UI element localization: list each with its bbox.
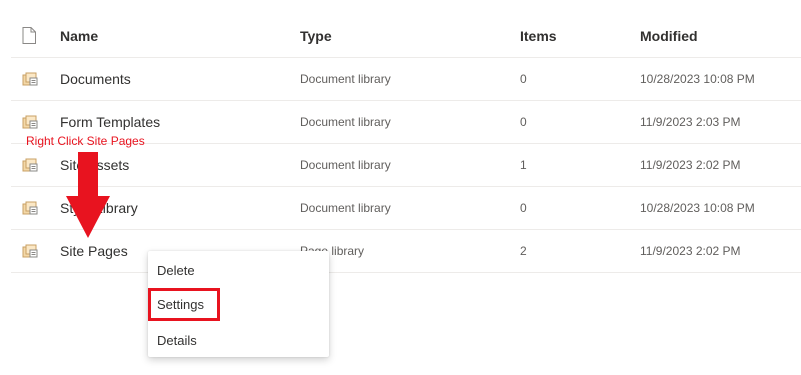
settings-highlight-box [148, 288, 220, 321]
header-items[interactable]: Items [520, 14, 557, 57]
file-icon [22, 27, 36, 44]
row-type: Document library [300, 115, 391, 129]
row-modified: 10/28/2023 10:08 PM [640, 72, 755, 86]
menu-item-details[interactable]: Details [148, 323, 329, 357]
row-items: 1 [520, 158, 527, 172]
table-row[interactable]: Style Library Document library 0 10/28/2… [11, 187, 801, 230]
down-arrow-icon [64, 150, 114, 240]
document-library-list: Name Type Items Modified Documents Docum… [0, 0, 801, 375]
row-name[interactable]: Documents [60, 58, 131, 100]
row-items: 0 [520, 72, 527, 86]
library-icon [22, 72, 38, 86]
library-icon [22, 201, 38, 215]
row-modified: 11/9/2023 2:03 PM [640, 115, 741, 129]
library-icon [22, 244, 38, 258]
library-icon [22, 158, 38, 172]
row-items: 2 [520, 244, 527, 258]
row-items: 0 [520, 201, 527, 215]
library-icon [22, 115, 38, 129]
annotation-label: Right Click Site Pages [26, 134, 145, 148]
header-modified[interactable]: Modified [640, 14, 698, 57]
table-row[interactable]: Site Assets Document library 1 11/9/2023… [11, 144, 801, 187]
list-header: Name Type Items Modified [11, 14, 801, 58]
row-modified: 11/9/2023 2:02 PM [640, 244, 741, 258]
header-type[interactable]: Type [300, 14, 332, 57]
table-row[interactable]: Documents Document library 0 10/28/2023 … [11, 58, 801, 101]
menu-item-delete[interactable]: Delete [148, 253, 329, 287]
row-modified: 11/9/2023 2:02 PM [640, 158, 741, 172]
header-name[interactable]: Name [60, 14, 98, 57]
row-type: Document library [300, 201, 391, 215]
file-type-header-icon[interactable] [22, 14, 42, 57]
row-items: 0 [520, 115, 527, 129]
row-modified: 10/28/2023 10:08 PM [640, 201, 755, 215]
row-type: Document library [300, 72, 391, 86]
table-row[interactable]: Site Pages Page library 2 11/9/2023 2:02… [11, 230, 801, 273]
row-type: Document library [300, 158, 391, 172]
